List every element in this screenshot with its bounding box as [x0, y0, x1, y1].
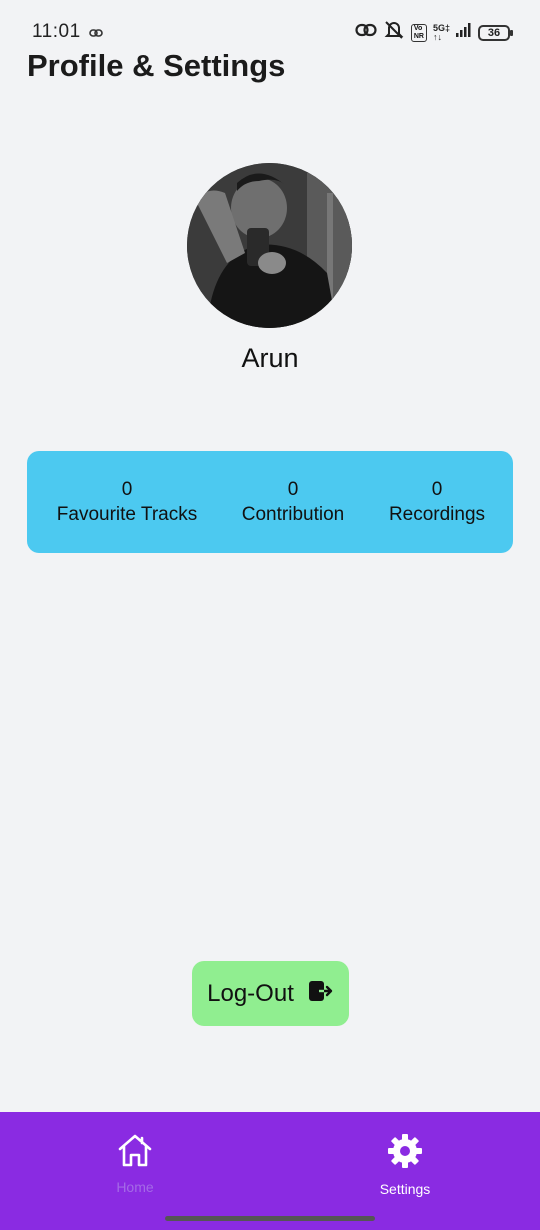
link-icon	[355, 22, 377, 43]
home-icon	[116, 1134, 154, 1172]
gear-icon	[386, 1134, 424, 1174]
stat-label: Recordings	[388, 504, 486, 525]
bottom-nav: Home Settings	[0, 1112, 540, 1230]
network-type: 5G‡ ↑↓	[432, 22, 450, 42]
stat-label: Contribution	[241, 504, 345, 525]
network-label: 5G	[432, 22, 445, 33]
status-icons: Vo NR 5G‡ ↑↓ 36	[355, 20, 513, 45]
stat-label: Favourite Tracks	[56, 504, 198, 525]
signal-icon	[456, 23, 472, 42]
status-time: 11:01	[32, 21, 81, 42]
stat-favourite-tracks[interactable]: 0 Favourite Tracks	[41, 479, 213, 529]
profile-settings-screen: 11:01 VoNR 5G‡↑↓ 36 Profile & Settings	[0, 0, 540, 1230]
stat-value: 0	[287, 479, 299, 500]
volte-icon: Vo NR	[410, 23, 427, 42]
logout-button[interactable]: Log-Out	[192, 961, 349, 1026]
stat-value: 0	[431, 479, 443, 500]
logout-icon	[308, 980, 334, 1007]
mute-icon	[383, 20, 405, 45]
profile-photo	[187, 163, 352, 328]
profile-name: Arun	[241, 343, 299, 373]
nav-label-home: Home	[116, 1179, 154, 1195]
stat-contribution[interactable]: 0 Contribution	[223, 479, 363, 529]
stat-value: 0	[121, 479, 133, 500]
page-title: Profile & Settings	[27, 48, 286, 83]
home-indicator[interactable]	[165, 1216, 375, 1221]
profile-avatar[interactable]	[187, 163, 352, 328]
stats-card: 0 Favourite Tracks 0 Contribution 0 Reco…	[27, 451, 513, 553]
link-icon	[89, 25, 103, 43]
nav-item-home[interactable]: Home	[75, 1132, 195, 1195]
battery-icon: 36	[478, 24, 513, 41]
stat-recordings[interactable]: 0 Recordings	[373, 479, 501, 529]
nav-label-settings: Settings	[379, 1181, 431, 1197]
nav-item-settings[interactable]: Settings	[345, 1132, 465, 1197]
logout-label: Log-Out	[207, 979, 294, 1007]
